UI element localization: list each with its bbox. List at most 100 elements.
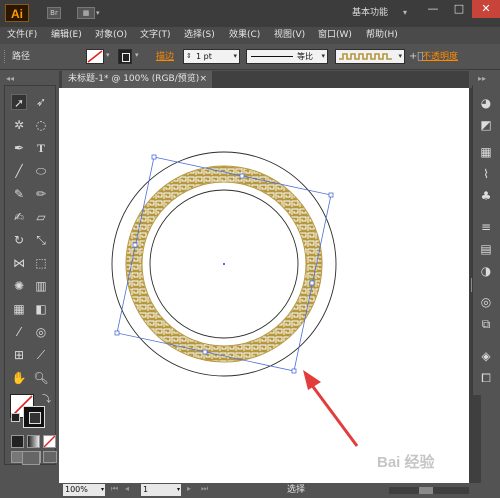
swap-fill-stroke-icon[interactable]: ⤵ [42,392,51,405]
width-tool-icon[interactable]: ⋈ [11,255,27,271]
gradient-panel-icon[interactable]: ▤ [478,241,494,257]
hand-tool-icon[interactable]: ✋ [11,370,27,386]
rotate-tool-icon[interactable]: ↻ [11,232,27,248]
minimize-button[interactable]: — [420,0,446,18]
chevron-down-icon[interactable]: ▾ [106,51,110,59]
chevron-down-icon[interactable]: ▾ [177,484,180,496]
zoom-tool-icon[interactable]: 🔍︎ [33,370,49,386]
line-tool-icon[interactable]: ╱ [11,163,27,179]
arrange-documents-icon[interactable]: ▦ [77,7,95,19]
pen-tool-icon[interactable]: ✒ [11,140,27,156]
bridge-icon[interactable]: Br [47,7,61,19]
stroke-color-box[interactable] [23,406,45,428]
current-tool-status: 选择 [287,485,306,495]
stroke-link[interactable]: 描边 [156,50,174,64]
mesh-tool-icon[interactable]: ▦ [11,301,27,317]
direct-selection-tool-icon[interactable]: ➶ [33,94,49,110]
ellipse-tool-icon[interactable]: ⬭ [33,163,49,179]
close-icon[interactable]: × [199,71,207,88]
close-button[interactable]: ✕ [472,0,500,18]
selection-handle[interactable] [202,349,208,355]
eraser-tool-icon[interactable]: ▱ [33,209,49,225]
layers-panel-icon[interactable]: ◈ [478,348,494,364]
gradient-tool-icon[interactable]: ◧ [33,301,49,317]
artboards-panel-icon[interactable]: ⧠ [478,370,494,386]
blend-tool-icon[interactable]: ◎ [33,324,49,340]
eyedropper-tool-icon[interactable]: ⁄ [11,324,27,340]
pencil-tool-icon[interactable]: ✏ [33,186,49,202]
draw-inside-icon[interactable] [43,451,57,463]
menu-effect[interactable]: 效果(C) [229,27,260,44]
menu-select[interactable]: 选择(S) [184,27,215,44]
document-tab[interactable]: 未标题-1* @ 100% (RGB/预览) × [62,71,212,88]
color-guide-icon[interactable]: ◩ [478,117,494,133]
brushes-panel-icon[interactable]: ⌇ [478,166,494,182]
chevron-down-icon[interactable]: ▾ [403,5,407,21]
artboard-tool-icon[interactable]: ⊞ [11,347,27,363]
selection-handle[interactable] [309,280,315,286]
scrollbar-thumb[interactable] [419,487,433,494]
graphic-styles-panel-icon[interactable]: ⧉ [478,316,494,332]
selection-handle[interactable] [151,154,157,160]
color-mode-icon[interactable] [11,435,24,448]
opacity-link[interactable]: 不透明度 [422,50,458,64]
symbol-sprayer-tool-icon[interactable]: ✺ [11,278,27,294]
menu-edit[interactable]: 编辑(E) [51,27,82,44]
magic-wand-tool-icon[interactable]: ✲ [11,117,27,133]
selection-handle[interactable] [328,192,334,198]
first-artboard-icon[interactable]: ⏮ [111,484,118,494]
scale-tool-icon[interactable]: ⤡ [33,232,49,248]
stroke-panel-icon[interactable]: ≡ [478,219,494,235]
stroke-weight-field[interactable]: ⇕ 1 pt ▾ [183,49,240,64]
horizontal-scrollbar[interactable] [389,487,469,494]
menu-file[interactable]: 文件(F) [7,27,37,44]
screen-mode-icon[interactable] [22,451,40,465]
symbols-panel-icon[interactable]: ♣ [478,188,494,204]
menu-type[interactable]: 文字(T) [140,27,171,44]
maximize-button[interactable]: □ [446,0,472,18]
artboard-canvas[interactable]: Bai 经验 [59,88,469,485]
menu-window[interactable]: 窗口(W) [318,27,352,44]
color-panel-icon[interactable]: ◕ [478,95,494,111]
selection-handle[interactable] [114,330,120,336]
panel-collapse-icon[interactable]: ◂◂ [6,74,14,83]
menu-object[interactable]: 对象(O) [95,27,127,44]
transparency-panel-icon[interactable]: ◑ [478,263,494,279]
gradient-mode-icon[interactable] [27,435,40,448]
panel-collapse-icon[interactable]: ▸▸ [478,74,486,83]
type-tool-icon[interactable]: T [33,140,49,156]
selection-handle[interactable] [239,173,245,179]
paintbrush-tool-icon[interactable]: ✎ [11,186,27,202]
chevron-down-icon[interactable]: ▾ [96,9,100,17]
swatches-panel-icon[interactable]: ▦ [478,144,494,160]
next-artboard-icon[interactable]: ▸ [187,484,191,493]
appearance-panel-icon[interactable]: ◎ [478,294,494,310]
blob-brush-tool-icon[interactable]: ✍ [11,209,27,225]
stepper-icon[interactable]: ⇕ [186,50,192,63]
brush-definition[interactable]: ▾ [335,49,405,64]
none-mode-icon[interactable] [43,435,56,448]
chevron-down-icon[interactable]: ▾ [398,50,402,63]
chevron-down-icon[interactable]: ▾ [321,50,325,63]
variable-width-profile[interactable]: 等比 ▾ [246,49,328,64]
column-graph-tool-icon[interactable]: ▥ [33,278,49,294]
annotation-arrow-head [303,370,321,390]
stroke-swatch[interactable] [118,49,132,64]
selection-handle[interactable] [291,368,297,374]
selection-tool-icon[interactable]: ➚ [11,94,27,110]
chevron-down-icon[interactable]: ▾ [101,484,104,496]
default-colors-icon[interactable] [11,413,20,422]
slice-tool-icon[interactable]: ⟋ [33,347,49,363]
lasso-tool-icon[interactable]: ◌ [33,117,49,133]
selection-handle[interactable] [132,242,138,248]
previous-artboard-icon[interactable]: ◂ [125,484,129,493]
chevron-down-icon[interactable]: ▾ [135,51,139,59]
fill-swatch[interactable] [86,49,104,64]
menu-view[interactable]: 视图(V) [274,27,305,44]
zoom-field[interactable]: 100% ▾ [63,484,105,496]
artboard-field[interactable]: 1 ▾ [141,484,181,496]
free-transform-tool-icon[interactable]: ⬚ [33,255,49,271]
chevron-down-icon[interactable]: ▾ [233,50,237,63]
last-artboard-icon[interactable]: ⏭ [201,484,208,494]
menu-help[interactable]: 帮助(H) [366,27,398,44]
